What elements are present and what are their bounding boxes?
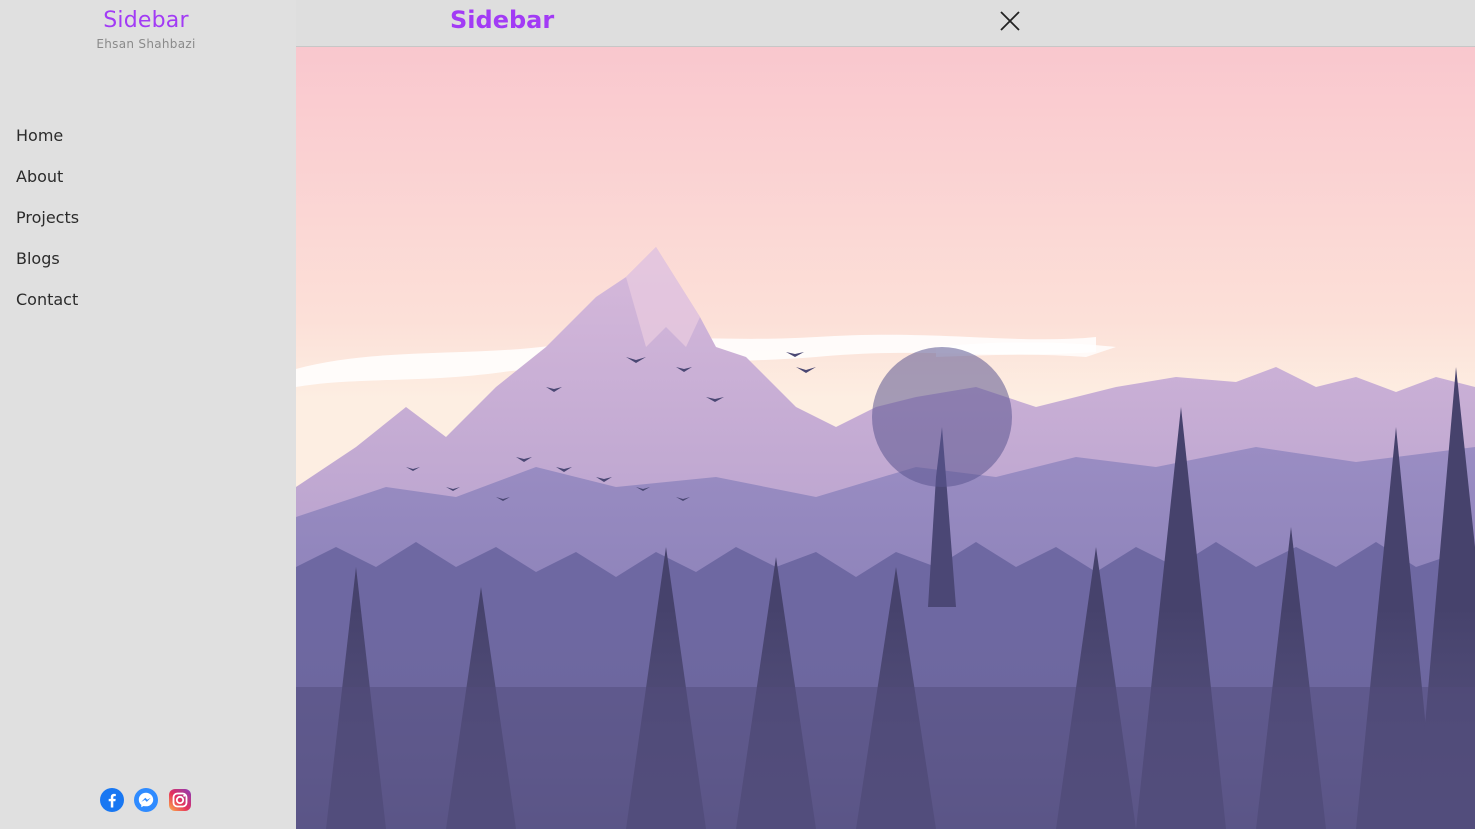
hero-landscape-image <box>296 47 1475 829</box>
top-bar: Sidebar <box>296 0 1475 47</box>
sidebar-item-home[interactable]: Home <box>16 126 79 167</box>
sidebar-item-projects[interactable]: Projects <box>16 208 79 249</box>
close-icon[interactable] <box>996 8 1024 36</box>
social-links <box>100 788 192 812</box>
sidebar-item-about[interactable]: About <box>16 167 79 208</box>
page-title: Sidebar <box>450 6 555 34</box>
instagram-icon[interactable] <box>168 788 192 812</box>
sidebar-item-blogs[interactable]: Blogs <box>16 249 79 290</box>
sidebar-nav: Home About Projects Blogs Contact <box>16 126 79 331</box>
sidebar-item-contact[interactable]: Contact <box>16 290 79 331</box>
sidebar: Sidebar Ehsan Shahbazi Home About Projec… <box>0 0 296 829</box>
sidebar-subtitle: Ehsan Shahbazi <box>96 37 196 51</box>
sidebar-title: Sidebar <box>103 8 189 33</box>
messenger-icon[interactable] <box>134 788 158 812</box>
sidebar-brand: Sidebar Ehsan Shahbazi <box>0 8 292 51</box>
facebook-icon[interactable] <box>100 788 124 812</box>
